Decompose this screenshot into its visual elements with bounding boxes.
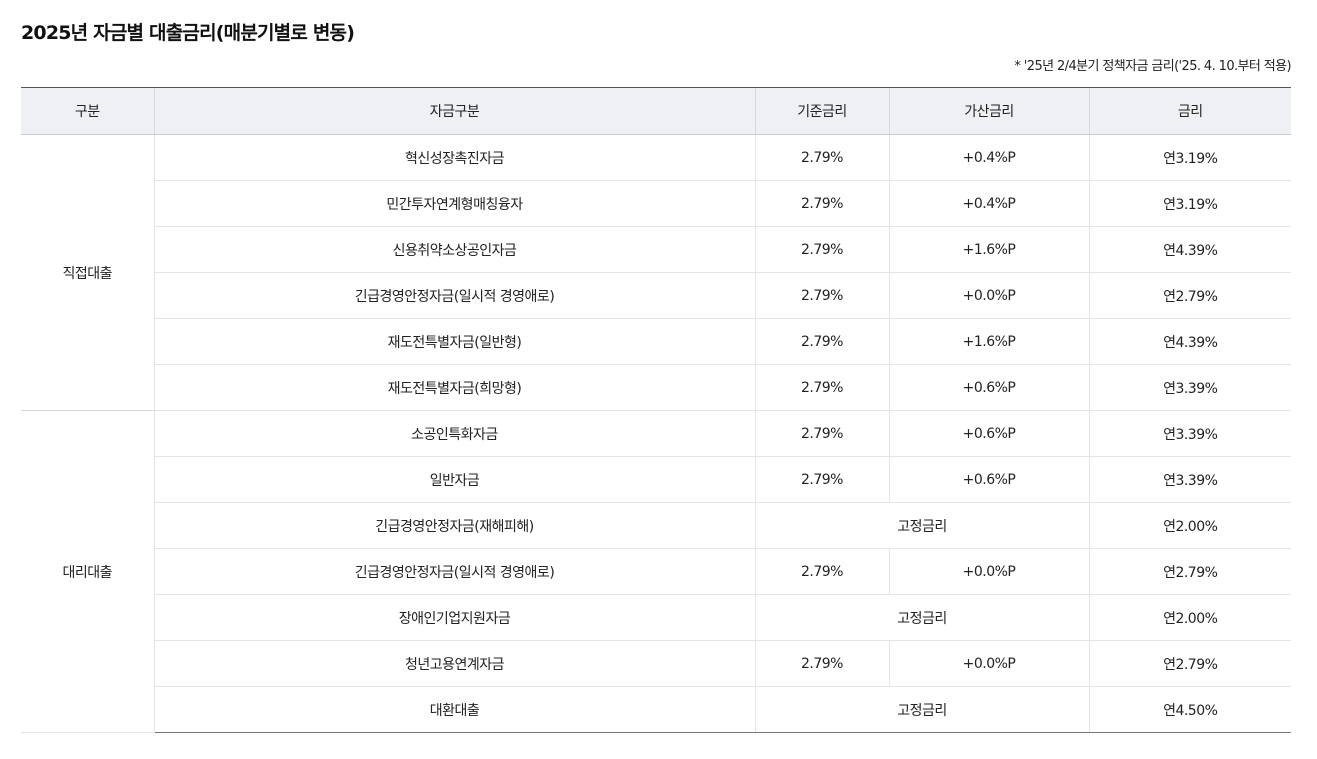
fund-cell: 혁신성장촉진자금 (153, 134, 755, 181)
base-rate-cell: 2.79% (754, 134, 889, 181)
base-rate-cell: 2.79% (754, 226, 889, 273)
table-row: 대환대출 고정금리 연4.50% (21, 686, 1291, 733)
fund-cell: 대환대출 (153, 686, 755, 733)
table-row: 신용취약소상공인자금 2.79% +1.6%P 연4.39% (21, 226, 1291, 273)
fund-cell: 일반자금 (153, 456, 755, 503)
rate-cell: 연3.39% (1088, 364, 1291, 411)
table-row: 일반자금 2.79% +0.6%P 연3.39% (21, 456, 1291, 503)
table-row: 재도전특별자금(희망형) 2.79% +0.6%P 연3.39% (21, 364, 1291, 411)
rate-notice: * '25년 2/4분기 정책자금 금리('25. 4. 10.부터 적용) (1014, 59, 1291, 74)
base-rate-cell: 2.79% (754, 410, 889, 457)
added-rate-cell: +0.6%P (888, 456, 1089, 503)
fund-cell: 긴급경영안정자금(일시적 경영애로) (153, 548, 755, 595)
added-rate-cell: +0.4%P (888, 134, 1089, 181)
base-rate-cell: 2.79% (754, 548, 889, 595)
fund-cell: 재도전특별자금(희망형) (153, 364, 755, 411)
header-fund-type: 자금구분 (153, 87, 755, 135)
rate-cell: 연2.00% (1088, 502, 1291, 549)
table-row: 긴급경영안정자금(일시적 경영애로) 2.79% +0.0%P 연2.79% (21, 548, 1291, 595)
added-rate-cell: +0.6%P (888, 364, 1089, 411)
rate-cell: 연3.39% (1088, 410, 1291, 457)
rate-cell: 연2.00% (1088, 594, 1291, 641)
category-cell: 대리대출 (21, 410, 154, 733)
rate-cell: 연2.79% (1088, 640, 1291, 687)
fund-cell: 장애인기업지원자금 (153, 594, 755, 641)
table-header-row: 구분 자금구분 기준금리 가산금리 금리 (21, 87, 1291, 135)
base-rate-cell: 2.79% (754, 456, 889, 503)
rate-cell: 연4.50% (1088, 686, 1291, 733)
loan-rate-table: 구분 자금구분 기준금리 가산금리 금리 직접대출 혁신성장촉진자금 2.79%… (21, 87, 1291, 733)
added-rate-cell: +0.0%P (888, 272, 1089, 319)
table-row: 긴급경영안정자금(재해피해) 고정금리 연2.00% (21, 502, 1291, 549)
table-row: 긴급경영안정자금(일시적 경영애로) 2.79% +0.0%P 연2.79% (21, 272, 1291, 319)
table-row: 대리대출 소공인특화자금 2.79% +0.6%P 연3.39% (21, 410, 1291, 733)
page-title: 2025년 자금별 대출금리(매분기별로 변동) (21, 22, 355, 44)
table-row: 청년고용연계자금 2.79% +0.0%P 연2.79% (21, 640, 1291, 687)
table-row: 장애인기업지원자금 고정금리 연2.00% (21, 594, 1291, 641)
rate-cell: 연3.19% (1088, 134, 1291, 181)
fund-cell: 소공인특화자금 (153, 410, 755, 457)
added-rate-cell: +1.6%P (888, 226, 1089, 273)
base-rate-cell: 2.79% (754, 640, 889, 687)
header-category: 구분 (21, 87, 154, 135)
fund-cell: 신용취약소상공인자금 (153, 226, 755, 273)
base-rate-cell: 2.79% (754, 272, 889, 319)
category-cell: 직접대출 (21, 134, 154, 411)
rate-cell: 연4.39% (1088, 226, 1291, 273)
added-rate-cell: +0.6%P (888, 410, 1089, 457)
rate-cell: 연2.79% (1088, 548, 1291, 595)
rate-cell: 연2.79% (1088, 272, 1291, 319)
base-rate-cell: 2.79% (754, 180, 889, 227)
fund-cell: 재도전특별자금(일반형) (153, 318, 755, 365)
fund-cell: 민간투자연계형매칭융자 (153, 180, 755, 227)
rate-cell: 연4.39% (1088, 318, 1291, 365)
base-rate-cell: 2.79% (754, 318, 889, 365)
added-rate-cell: +1.6%P (888, 318, 1089, 365)
table-row: 직접대출 혁신성장촉진자금 2.79% +0.4%P 연3.19% (21, 134, 1291, 411)
base-rate-cell: 2.79% (754, 364, 889, 411)
table-row: 재도전특별자금(일반형) 2.79% +1.6%P 연4.39% (21, 318, 1291, 365)
fixed-rate-cell: 고정금리 (754, 594, 1089, 641)
fixed-rate-cell: 고정금리 (754, 686, 1089, 733)
fund-cell: 청년고용연계자금 (153, 640, 755, 687)
added-rate-cell: +0.4%P (888, 180, 1089, 227)
header-base-rate: 기준금리 (754, 87, 889, 135)
header-rate: 금리 (1088, 87, 1291, 135)
page: 2025년 자금별 대출금리(매분기별로 변동) * '25년 2/4분기 정책… (0, 0, 1317, 759)
rate-cell: 연3.39% (1088, 456, 1291, 503)
header-added-rate: 가산금리 (888, 87, 1089, 135)
fixed-rate-cell: 고정금리 (754, 502, 1089, 549)
fund-cell: 긴급경영안정자금(재해피해) (153, 502, 755, 549)
added-rate-cell: +0.0%P (888, 640, 1089, 687)
table-row: 민간투자연계형매칭융자 2.79% +0.4%P 연3.19% (21, 180, 1291, 227)
added-rate-cell: +0.0%P (888, 548, 1089, 595)
rate-cell: 연3.19% (1088, 180, 1291, 227)
fund-cell: 긴급경영안정자금(일시적 경영애로) (153, 272, 755, 319)
